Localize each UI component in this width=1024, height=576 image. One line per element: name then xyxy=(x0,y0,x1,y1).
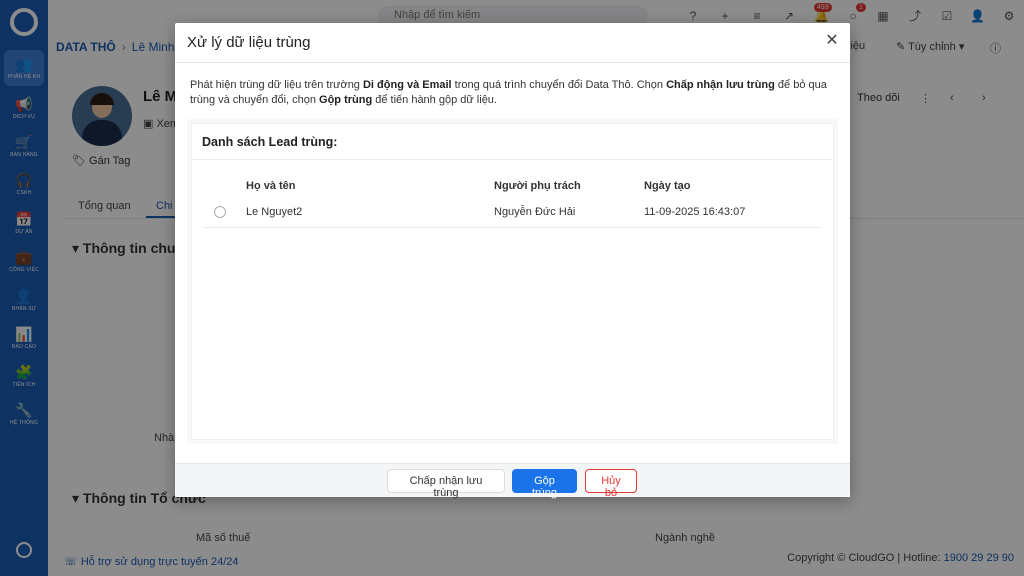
modal-description: Phát hiện trùng dữ liệu trên trường Di đ… xyxy=(190,79,827,106)
row-select-radio[interactable] xyxy=(214,206,226,218)
duplicate-list: Danh sách Lead trùng: Họ và tên Người ph… xyxy=(191,123,834,440)
accept-duplicate-button[interactable]: Chấp nhận lưu trùng xyxy=(387,469,505,499)
divider xyxy=(192,159,833,160)
cancel-button[interactable]: Hủy bỏ xyxy=(585,469,637,499)
duplicate-dialog: Xử lý dữ liệu trùng ✕ Phát hiện trùng dữ… xyxy=(175,23,850,499)
modal-footer: Chấp nhận lưu trùng Gộp trùng Hủy bỏ xyxy=(175,463,850,499)
merge-duplicate-button[interactable]: Gộp trùng xyxy=(512,469,577,499)
modal-header: Xử lý dữ liệu trùng ✕ xyxy=(175,23,850,63)
cell-owner: Nguyễn Đức Hải xyxy=(494,206,576,218)
column-header-name: Họ và tên xyxy=(246,180,296,192)
cell-name: Le Nguyet2 xyxy=(246,206,303,218)
list-title: Danh sách Lead trùng: xyxy=(202,135,338,149)
modal-title: Xử lý dữ liệu trùng xyxy=(187,34,311,51)
column-header-created: Ngày tạo xyxy=(644,180,691,192)
column-header-owner: Người phụ trách xyxy=(494,180,581,192)
table-row[interactable]: Le Nguyet2 Nguyễn Đức Hải 11-09-2025 16:… xyxy=(204,200,821,228)
cell-created: 11-09-2025 16:43:07 xyxy=(644,206,746,218)
close-icon[interactable]: ✕ xyxy=(824,33,840,49)
